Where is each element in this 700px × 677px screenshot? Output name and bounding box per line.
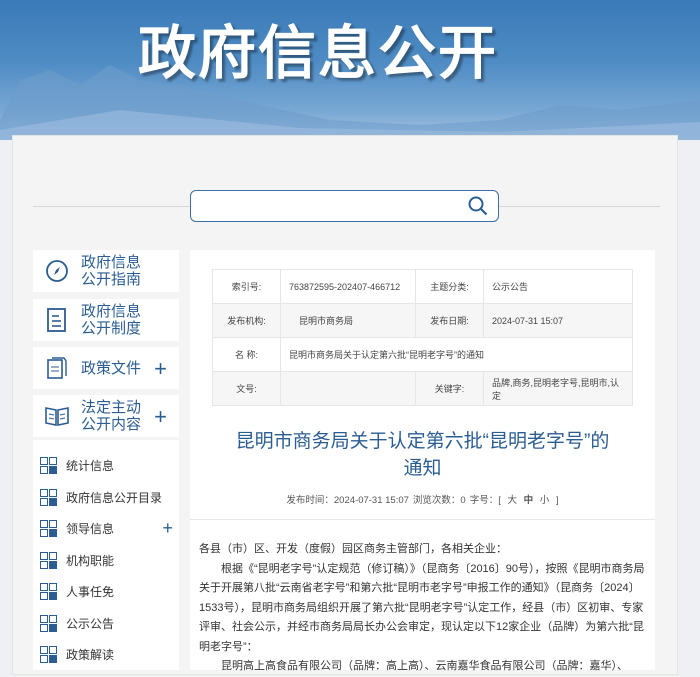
submenu-item-personnel[interactable]: 人事任免: [33, 576, 179, 608]
date-label: 发布日期:: [415, 303, 484, 338]
header-banner: 政府信息公开: [0, 0, 700, 140]
submenu-item-announcements[interactable]: 公示公告: [33, 608, 179, 640]
divider: [33, 206, 190, 207]
keywords-label: 关键字:: [415, 371, 484, 406]
submenu-label: 政策解读: [66, 648, 115, 663]
docno-label: 文号:: [212, 371, 281, 406]
submenu-label: 机构职能: [66, 553, 115, 568]
files-icon: [33, 356, 81, 380]
search-icon[interactable]: [468, 196, 488, 216]
sidebar-item-policy-files[interactable]: 政策文件 +: [33, 347, 179, 389]
docno-value: [280, 371, 416, 406]
grid-icon: [40, 520, 57, 538]
keywords-value: 品牌,商务,昆明老字号,昆明市,认定: [483, 371, 633, 406]
sidebar-submenu: 统计信息 政府信息公开目录 领导信息 + 机构职能 人事任免 公示公告 政策解读: [33, 440, 179, 670]
font-large-button[interactable]: 大: [507, 495, 517, 506]
article-meta: 发布时间：2024-07-31 15:07 浏览次数：0 字号：[ 大 中 小 ]: [190, 492, 655, 506]
article-panel: 索引号: 763872595-202407-466712 主题分类: 公示公告 发布机…: [190, 250, 655, 672]
banner-title: 政府信息公开: [138, 21, 499, 86]
font-small-button[interactable]: 小: [540, 495, 550, 506]
publisher-value: 昆明市商务局: [280, 303, 416, 338]
grid-icon: [40, 646, 57, 664]
label-line: 公开指南: [81, 271, 142, 288]
sidebar-label: 政策文件: [81, 359, 142, 377]
title-line: 通知: [403, 458, 442, 479]
publish-time: 发布时间：2024-07-31 15:07: [286, 495, 409, 506]
index-value: 763872595-202407-466712: [280, 269, 416, 304]
article-title: 昆明市商务局关于认定第六批“昆明老字号”的 通知: [190, 428, 655, 482]
article-body: 各县（市）区、开发（度假）园区商务主管部门，各相关企业： 根据《“昆明老字号”认…: [199, 540, 645, 677]
title-line: 昆明市商务局关于认定第六批“昆明老字号”的: [235, 431, 610, 452]
submenu-label: 公示公告: [66, 616, 115, 631]
submenu-item-policy-interpretation[interactable]: 政策解读: [33, 639, 179, 671]
date-value: 2024-07-31 15:07: [483, 303, 633, 338]
category-value: 公示公告: [483, 269, 633, 304]
compass-icon: [33, 259, 81, 283]
label-line: 法定主动: [81, 399, 142, 416]
expand-icon[interactable]: +: [162, 518, 173, 539]
paragraph: 各县（市）区、开发（度假）园区商务主管部门，各相关企业：: [199, 543, 507, 555]
paragraph: 根据《“昆明老字号”认定规范（修订稿）》（昆商务〔2016〕90号），按照《昆明…: [199, 562, 645, 653]
sidebar-item-disclosure-system[interactable]: 政府信息 公开制度: [33, 299, 179, 341]
submenu-label: 统计信息: [66, 459, 115, 474]
search-input[interactable]: [190, 190, 499, 222]
submenu-item-catalog[interactable]: 政府信息公开目录: [33, 482, 179, 514]
grid-icon: [40, 551, 57, 569]
sidebar-item-disclosure-guide[interactable]: 政府信息 公开指南: [33, 250, 179, 292]
grid-icon: [40, 583, 57, 601]
submenu-label: 领导信息: [66, 522, 115, 537]
font-size-label: 字号：[: [469, 495, 501, 506]
label-line: 公开制度: [81, 320, 142, 337]
index-label: 索引号:: [212, 269, 281, 304]
name-value: 昆明市商务局关于认定第六批“昆明老字号”的通知: [280, 337, 633, 372]
divider: [499, 206, 660, 207]
publisher-label: 发布机构:: [212, 303, 281, 338]
submenu-item-functions[interactable]: 机构职能: [33, 545, 179, 577]
submenu-item-leaders[interactable]: 领导信息 +: [33, 513, 179, 545]
book-icon: [33, 405, 81, 427]
submenu-item-statistics[interactable]: 统计信息: [33, 450, 179, 482]
expand-icon[interactable]: +: [154, 405, 167, 427]
document-icon: [33, 307, 81, 333]
submenu-label: 人事任免: [66, 585, 115, 600]
label-line: 政府信息: [81, 254, 142, 271]
font-medium-button[interactable]: 中: [524, 495, 534, 506]
label-line: 公开内容: [81, 416, 142, 433]
name-label: 名 称:: [212, 337, 281, 372]
label-line: 政府信息: [81, 303, 142, 320]
submenu-label: 政府信息公开目录: [66, 490, 163, 505]
sidebar-item-statutory-content[interactable]: 法定主动 公开内容 +: [33, 395, 179, 437]
grid-icon: [40, 614, 57, 632]
expand-icon[interactable]: +: [154, 357, 167, 379]
grid-icon: [40, 457, 57, 475]
divider: [190, 519, 655, 520]
grid-icon: [40, 488, 57, 506]
font-size-bracket: ]: [555, 495, 559, 506]
info-table: 索引号: 763872595-202407-466712 主题分类: 公示公告 发布机…: [212, 269, 633, 406]
view-count: 浏览次数：0: [412, 495, 466, 506]
category-label: 主题分类:: [415, 269, 484, 304]
